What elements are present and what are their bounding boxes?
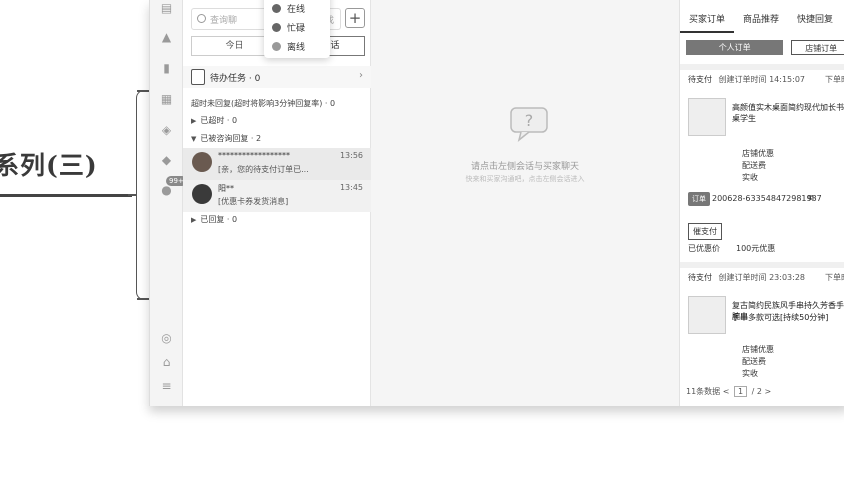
menu-icon[interactable]: ≡ [160,380,173,393]
check-icon [272,4,281,13]
subtab-personal[interactable]: 个人订单 [686,40,784,55]
subtab-store[interactable]: 店铺订单 [791,40,844,55]
status-offline[interactable]: 离线 [272,40,305,53]
product-title[interactable]: 高颜值实木桌面简约现代加长书桌学生 [732,102,844,124]
list-item[interactable]: ****************** 13:56 [亲，您的待支付订单已... [183,148,371,180]
add-button[interactable]: + [345,8,365,28]
slide-rule [0,194,132,197]
document-icon[interactable]: ▤ [160,2,173,15]
rocket-icon[interactable]: ◆ [160,154,173,167]
order-header: 待支付 创建订单时间 14:15:07 下单时 [680,70,844,85]
product-image[interactable] [688,98,726,136]
home-icon[interactable]: ⌂ [160,356,173,369]
order-tag: 订单 [688,192,710,206]
product-image[interactable] [688,296,726,334]
section-reply-done-label: 已回复 · 0 [200,215,238,224]
status-busy[interactable]: 忙碌 [272,21,305,34]
todo-label: 待办任务 · 0 [210,74,261,84]
pagination: 11条数据 < 1 / 2 > [686,386,771,397]
discount-label: 已优惠价 [688,244,720,253]
bag-icon[interactable]: ▲ [160,31,173,44]
total-count: 11条数据 [686,387,721,396]
order-header: 待支付 创建订单时间 23:03:28 下单时 [680,268,844,283]
chat-time: 13:56 [339,151,363,160]
search-placeholder: 查询聊 [210,16,238,26]
status-busy-label: 忙碌 [287,24,306,34]
tab-recommend[interactable]: 商品推荐 [734,12,788,33]
svg-text:?: ? [525,111,534,130]
tab-quick-reply[interactable]: 快捷回复 [788,12,842,33]
left-rail: ▤ ▲ ▮ ▦ ◈ ◆ ● 99+ ◎ ⌂ ≡ [150,0,187,406]
order-number: 200628-633548472981937 [712,194,822,203]
bar-chart-icon[interactable]: ▮ [160,62,173,75]
search-icon [197,14,206,23]
section-timeout[interactable]: ▶ 已超时 · 0 [191,115,237,126]
chat-preview: [优惠卡券发货消息] [218,197,289,206]
section-replied[interactable]: ▼ 已被咨询回复 · 2 [191,133,261,144]
caret-right-icon: ▶ [191,117,197,125]
conversation-panel: 查询聊 查找 + 今日 全部会话 待办任务 · 0 › 超时未回复(超时将影响3… [183,0,371,406]
order-status: 待支付 [688,273,712,282]
order-status: 待支付 [688,75,712,84]
discount-value: 100元优惠 [736,244,776,253]
bell-icon[interactable]: ◎ [160,332,173,345]
tab-buyer-orders[interactable]: 买家订单 [680,12,735,33]
chevron-left-icon[interactable]: < [723,387,730,396]
app-window: ▤ ▲ ▮ ▦ ◈ ◆ ● 99+ ◎ ⌂ ≡ 查询聊 查找 + 今日 全部会话… [149,0,844,406]
order-tabs: 买家订单 商品推荐 快捷回复 [680,12,844,33]
caret-down-icon: ▼ [191,135,197,143]
todo-row[interactable]: 待办任务 · 0 › [183,66,371,88]
timeout-title: 超时未回复(超时将影响3分钟回复率) · 0 [191,99,336,108]
product-subtitle: 手串多款可选[持续50分钟] [732,313,829,322]
order-subtabs: 个人订单 店铺订单 [686,40,844,55]
clipboard-icon [191,69,205,85]
order-time: 创建订单时间 23:03:28 [718,273,806,282]
chevron-right-icon: › [359,70,363,81]
avatar [192,184,212,204]
order-right-label: 下单时 [825,273,844,282]
section-timeout-label: 已超时 · 0 [200,116,238,125]
page-total: / 2 [751,387,762,396]
chevron-right-icon[interactable]: > [765,387,772,396]
status-offline-label: 离线 [287,43,306,53]
order-card: 待支付 创建订单时间 23:03:28 下单时 复古简约民族风手串持久芳香手腕串… [680,262,844,382]
chat-time: 13:45 [339,183,363,192]
order-panel: 买家订单 商品推荐 快捷回复 个人订单 店铺订单 待支付 创建订单时间 14:1… [679,0,844,406]
order-card: 待支付 创建订单时间 14:15:07 下单时 高颜值实木桌面简约现代加长书桌学… [680,64,844,260]
paid-amount: 实收 [742,369,758,378]
list-item[interactable]: 阳** 13:45 [优惠卡券发货消息] [183,180,371,212]
order-right-label: 下单时 [825,75,844,84]
grid-icon[interactable]: ▦ [160,93,173,106]
page-number[interactable]: 1 [733,386,748,397]
avatar [192,152,212,172]
copy-icon[interactable]: ⧉ [808,193,814,203]
status-online[interactable]: 在线 [272,2,305,15]
chat-preview: [亲，您的待支付订单已... [218,165,309,174]
order-time: 创建订单时间 14:15:07 [718,75,806,84]
status-online-label: 在线 [287,5,306,15]
store-discount: 店铺优惠 [742,345,774,354]
status-dropdown: 在线 忙碌 离线 [264,0,330,58]
store-discount: 店铺优惠 [742,149,774,158]
paid-amount: 实收 [742,173,758,182]
offline-icon [272,42,281,51]
shield-icon[interactable]: ◈ [160,124,173,137]
urge-payment-button[interactable]: 催支付 [688,223,722,240]
shipping-fee: 配送费 [742,357,766,366]
chat-area: ? 请点击左侧会话与买家聊天 快来和买家沟通吧，点击左侧会话进入 [371,0,679,406]
empty-chat-icon: ? [510,107,548,142]
chat-name: 阳** [218,184,234,193]
shipping-fee: 配送费 [742,161,766,170]
slide-title: 系列(三) [0,151,98,180]
busy-icon [272,23,281,32]
bracket-connector [128,194,137,196]
section-replied-label: 已被咨询回复 · 2 [200,134,262,143]
empty-message: 请点击左侧会话与买家聊天 [470,162,579,172]
chat-name: ****************** [218,151,290,160]
section-reply-done[interactable]: ▶ 已回复 · 0 [191,214,237,225]
empty-hint: 快来和买家沟通吧，点击左侧会话进入 [465,175,585,183]
caret-right-icon: ▶ [191,216,197,224]
